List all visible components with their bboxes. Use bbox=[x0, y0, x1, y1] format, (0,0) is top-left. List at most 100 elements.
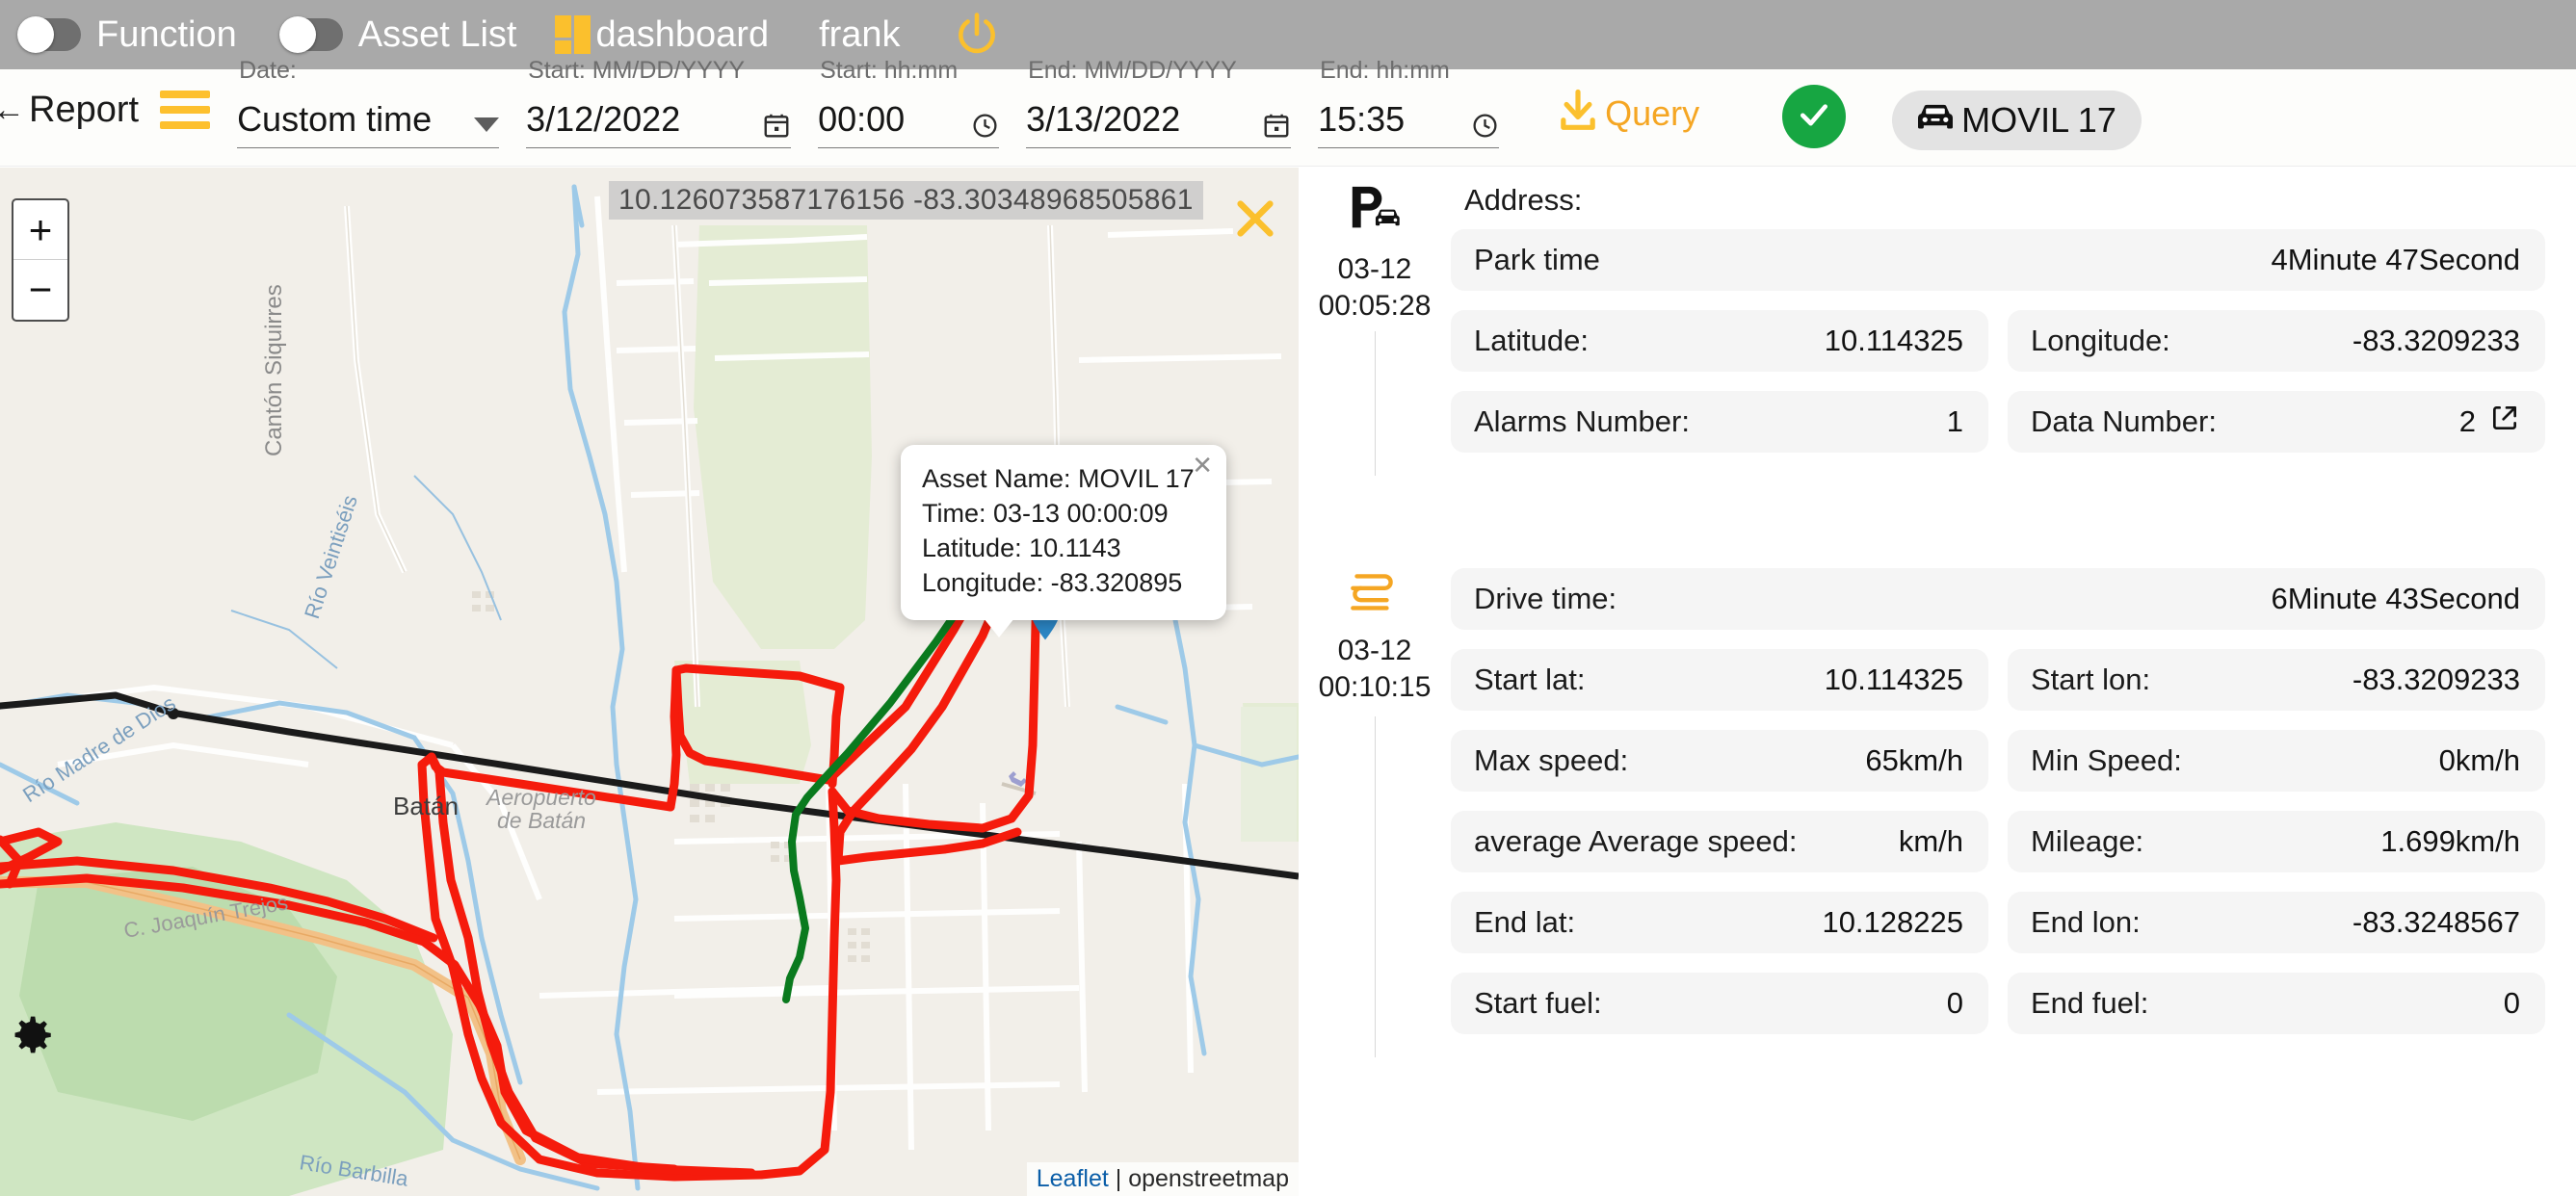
max-speed-cell: Max speed: 65km/h bbox=[1451, 730, 1988, 792]
map-coordinate-readout: 10.126073587176156 -83.30348968505861 bbox=[609, 181, 1203, 220]
map-basemap: Cantón Siquirres Río Veintiséis Río Madr… bbox=[0, 168, 1299, 1196]
zoom-out-button[interactable]: − bbox=[13, 260, 67, 320]
alarms-number-key: Alarms Number: bbox=[1474, 404, 1690, 438]
park-time-cell: Park time 4Minute 47Second bbox=[1451, 229, 2545, 291]
segment-spacer bbox=[1299, 472, 2576, 553]
car-front-icon bbox=[1913, 101, 1958, 141]
average-speed-key: average Average speed: bbox=[1474, 824, 1798, 858]
query-button[interactable]: Query bbox=[1553, 86, 1699, 141]
status-badge[interactable] bbox=[1782, 85, 1847, 148]
max-speed-value: 65km/h bbox=[1865, 743, 1963, 777]
dashboard-grid-icon bbox=[555, 15, 593, 54]
drive-time-cell: Drive time: 6Minute 43Second bbox=[1451, 568, 2545, 630]
end-time-field[interactable]: End: hh:mm 15:35 bbox=[1318, 57, 1500, 148]
date-select-field[interactable]: Date: Custom time bbox=[237, 57, 500, 148]
date-select-value: Custom time bbox=[237, 99, 433, 139]
map-zoom-control[interactable]: + − bbox=[12, 198, 69, 322]
end-date-value[interactable]: 3/13/2022 bbox=[1026, 99, 1180, 140]
start-fuel-key: Start fuel: bbox=[1474, 986, 1602, 1020]
asset-chip[interactable]: MOVIL 17 bbox=[1892, 91, 2142, 150]
dashboard-label: dashboard bbox=[595, 13, 770, 55]
park-segment-body: Address: Park time 4Minute 47Second Lati… bbox=[1451, 177, 2576, 472]
average-speed-cell: average Average speed: km/h bbox=[1451, 811, 1988, 872]
popup-close-icon[interactable]: ✕ bbox=[1192, 453, 1213, 478]
end-fuel-key: End fuel: bbox=[2031, 986, 2149, 1020]
end-lat-value: 10.128225 bbox=[1822, 905, 1963, 939]
data-number-key: Data Number: bbox=[2031, 404, 2217, 438]
table-row: Alarms Number: 1 Data Number: 2 bbox=[1451, 391, 2545, 453]
external-link-icon[interactable] bbox=[2489, 403, 2520, 441]
park-time-key: Park time bbox=[1474, 243, 1600, 276]
asset-list-toggle-label: Asset List bbox=[357, 13, 517, 55]
leaflet-link[interactable]: Leaflet bbox=[1037, 1165, 1109, 1192]
data-number-cell[interactable]: Data Number: 2 bbox=[2008, 391, 2545, 453]
end-time-value[interactable]: 15:35 bbox=[1318, 99, 1405, 140]
power-icon[interactable] bbox=[953, 11, 1001, 59]
function-toggle-group[interactable]: Function bbox=[0, 0, 237, 69]
start-lon-value: -83.3209233 bbox=[2352, 663, 2520, 696]
end-lat-cell: End lat: 10.128225 bbox=[1451, 892, 1988, 953]
start-lat-value: 10.114325 bbox=[1824, 663, 1963, 696]
park-segment-rail: 03-12 00:05:28 bbox=[1299, 177, 1451, 476]
popup-longitude: Longitude: -83.320895 bbox=[922, 567, 1183, 597]
map-info-popup[interactable]: ✕ Asset Name: MOVIL 17 Time: 03-13 00:00… bbox=[901, 445, 1226, 637]
map-attribution: Leaflet | openstreetmap bbox=[1026, 1162, 1299, 1196]
green-check-icon bbox=[1795, 95, 1833, 139]
parking-car-icon bbox=[1299, 183, 1451, 244]
asset-chip-label: MOVIL 17 bbox=[1961, 100, 2116, 140]
start-time-value[interactable]: 00:00 bbox=[818, 99, 905, 140]
park-latitude-cell: Latitude: 10.114325 bbox=[1451, 310, 1988, 372]
user-name-label[interactable]: frank bbox=[819, 14, 900, 56]
popup-time: Time: 03-13 00:00:09 bbox=[922, 498, 1169, 528]
table-row: Start lat: 10.114325 Start lon: -83.3209… bbox=[1451, 649, 2545, 711]
map-close-button[interactable] bbox=[1233, 196, 1277, 246]
zoom-in-button[interactable]: + bbox=[13, 200, 67, 260]
start-time-field[interactable]: Start: hh:mm 00:00 bbox=[818, 57, 1000, 148]
end-date-field[interactable]: End: MM/DD/YYYY 3/13/2022 bbox=[1026, 57, 1292, 148]
table-row: Start fuel: 0 End fuel: 0 bbox=[1451, 973, 2545, 1034]
function-toggle-label: Function bbox=[96, 13, 237, 55]
alarms-number-cell: Alarms Number: 1 bbox=[1451, 391, 1988, 453]
data-number-value-group: 2 bbox=[2459, 403, 2520, 441]
report-back-button[interactable]: ← Report bbox=[0, 83, 211, 137]
data-number-value: 2 bbox=[2458, 404, 2476, 438]
attribution-separator: | bbox=[1115, 1165, 1122, 1192]
drive-time-value: 6Minute 43Second bbox=[2271, 582, 2520, 615]
trip-detail-panel[interactable]: 03-12 00:05:28 Address: Park time 4Minut… bbox=[1299, 168, 2576, 1196]
function-toggle[interactable] bbox=[17, 16, 81, 53]
park-segment-time: 00:05:28 bbox=[1318, 289, 1432, 322]
popup-tip bbox=[984, 617, 1014, 637]
start-date-field[interactable]: Start: MM/DD/YYYY 3/12/2022 bbox=[526, 57, 792, 148]
max-speed-key: Max speed: bbox=[1474, 743, 1629, 777]
back-arrow-icon: ← bbox=[0, 91, 25, 128]
map-canvas[interactable]: Cantón Siquirres Río Veintiséis Río Madr… bbox=[0, 168, 1299, 1196]
alarms-number-value: 1 bbox=[1946, 404, 1963, 438]
drive-segment-body: Drive time: 6Minute 43Second Start lat: … bbox=[1451, 562, 2576, 1053]
clock-icon[interactable] bbox=[971, 112, 999, 140]
start-fuel-cell: Start fuel: 0 bbox=[1451, 973, 1988, 1034]
park-latitude-value: 10.114325 bbox=[1824, 324, 1963, 357]
calendar-icon[interactable] bbox=[762, 111, 791, 140]
table-row: End lat: 10.128225 End lon: -83.3248567 bbox=[1451, 892, 2545, 953]
end-lat-key: End lat: bbox=[1474, 905, 1576, 939]
calendar-icon[interactable] bbox=[1262, 111, 1291, 140]
asset-list-toggle-group[interactable]: Asset List bbox=[262, 0, 517, 69]
table-row: Park time 4Minute 47Second bbox=[1451, 229, 2545, 291]
mileage-cell: Mileage: 1.699km/h bbox=[2008, 811, 2545, 872]
start-lon-key: Start lon: bbox=[2031, 663, 2151, 696]
gear-icon[interactable] bbox=[2, 1007, 58, 1068]
asset-list-toggle[interactable] bbox=[278, 16, 343, 53]
park-longitude-value: -83.3209233 bbox=[2352, 324, 2520, 357]
openstreetmap-label: openstreetmap bbox=[1128, 1165, 1289, 1192]
popup-asset-name: Asset Name: MOVIL 17 bbox=[922, 464, 1195, 493]
start-time-label: Start: hh:mm bbox=[820, 57, 959, 84]
svg-text:Batán: Batán bbox=[393, 792, 459, 820]
end-lon-value: -83.3248567 bbox=[2352, 905, 2520, 939]
chevron-down-icon[interactable] bbox=[474, 117, 500, 132]
mileage-key: Mileage: bbox=[2031, 824, 2144, 858]
hamburger-menu-icon[interactable] bbox=[160, 83, 211, 137]
drive-segment-rail: 03-12 00:10:15 bbox=[1299, 562, 1451, 1057]
clock-icon[interactable] bbox=[1471, 112, 1499, 140]
report-label: Report bbox=[29, 89, 140, 130]
start-date-value[interactable]: 3/12/2022 bbox=[526, 99, 680, 140]
